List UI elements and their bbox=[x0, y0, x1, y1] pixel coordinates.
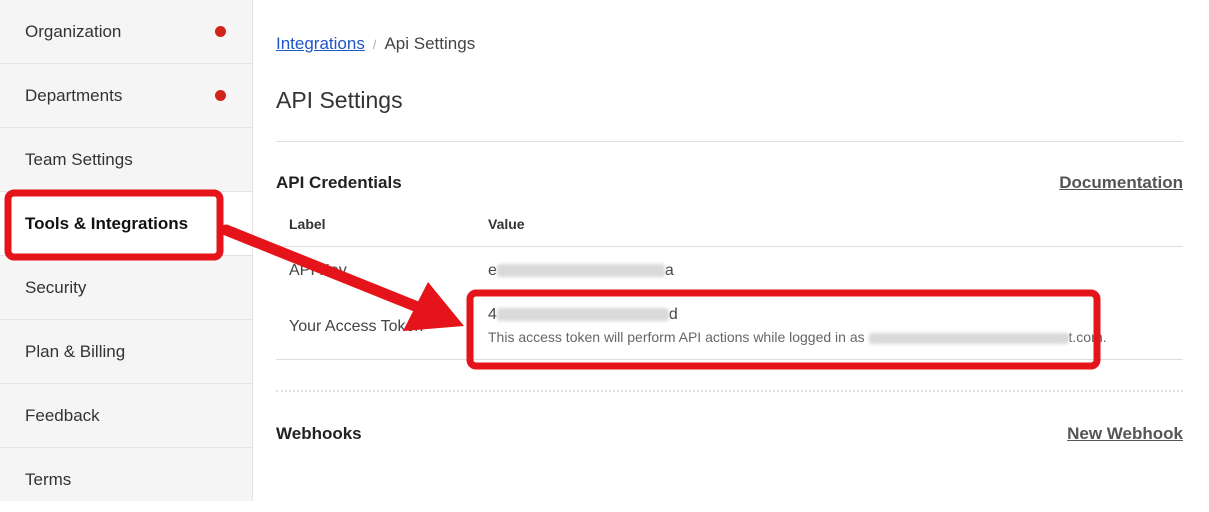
sidebar-item-team-settings[interactable]: Team Settings bbox=[0, 128, 252, 192]
sidebar-item-label: Team Settings bbox=[25, 149, 133, 169]
table-bottom-divider bbox=[276, 359, 1183, 360]
sidebar-item-label: Plan & Billing bbox=[25, 341, 126, 361]
sidebar-item-security[interactable]: Security bbox=[0, 256, 252, 320]
sidebar-item-label: Departments bbox=[25, 85, 123, 105]
breadcrumb-link-integrations[interactable]: Integrations bbox=[276, 34, 365, 53]
redacted-blur bbox=[496, 264, 665, 278]
notification-dot-icon bbox=[215, 25, 226, 37]
sidebar-item-label: Organization bbox=[25, 21, 122, 41]
access-token-label: Your Access Token bbox=[289, 318, 424, 335]
sidebar-item-plan-billing[interactable]: Plan & Billing bbox=[0, 320, 252, 384]
sidebar-item-tools-integrations[interactable]: Tools & Integrations bbox=[0, 192, 252, 256]
divider bbox=[276, 141, 1183, 142]
documentation-link[interactable]: Documentation bbox=[1059, 173, 1183, 193]
notification-dot-icon bbox=[215, 89, 226, 101]
redacted-blur bbox=[496, 308, 669, 322]
api-key-value[interactable]: ea bbox=[488, 262, 674, 280]
column-header-value: Value bbox=[488, 216, 525, 232]
new-webhook-link[interactable]: New Webhook bbox=[1067, 424, 1183, 444]
sidebar-item-label: Feedback bbox=[25, 405, 100, 425]
api-key-label: API Key bbox=[289, 262, 347, 279]
main-content: Integrations / Api Settings API Settings A… bbox=[276, 0, 1183, 501]
access-token-value[interactable]: 4d bbox=[488, 306, 678, 324]
column-header-label: Label bbox=[289, 216, 326, 232]
webhooks-title: Webhooks bbox=[276, 424, 362, 443]
sidebar-item-label: Tools & Integrations bbox=[25, 213, 189, 233]
sidebar-item-feedback[interactable]: Feedback bbox=[0, 384, 252, 448]
sidebar-item-terms[interactable]: Terms bbox=[0, 448, 252, 512]
api-credentials-title: API Credentials bbox=[276, 173, 402, 192]
breadcrumb: Integrations / Api Settings bbox=[276, 34, 475, 54]
access-token-note: This access token will perform API actio… bbox=[488, 329, 1107, 345]
sidebar-item-label: Security bbox=[25, 277, 87, 297]
table-header-divider bbox=[276, 246, 1183, 247]
sidebar-item-departments[interactable]: Departments bbox=[0, 64, 252, 128]
redacted-blur bbox=[868, 332, 1069, 344]
sidebar-item-label: Terms bbox=[25, 470, 72, 489]
sidebar: Organization Departments Team Settings T… bbox=[0, 0, 253, 501]
sidebar-item-organization[interactable]: Organization bbox=[0, 0, 252, 64]
dotted-divider bbox=[276, 390, 1183, 392]
breadcrumb-current: Api Settings bbox=[384, 34, 476, 53]
page-title: API Settings bbox=[276, 87, 403, 113]
breadcrumb-separator: / bbox=[372, 37, 377, 52]
